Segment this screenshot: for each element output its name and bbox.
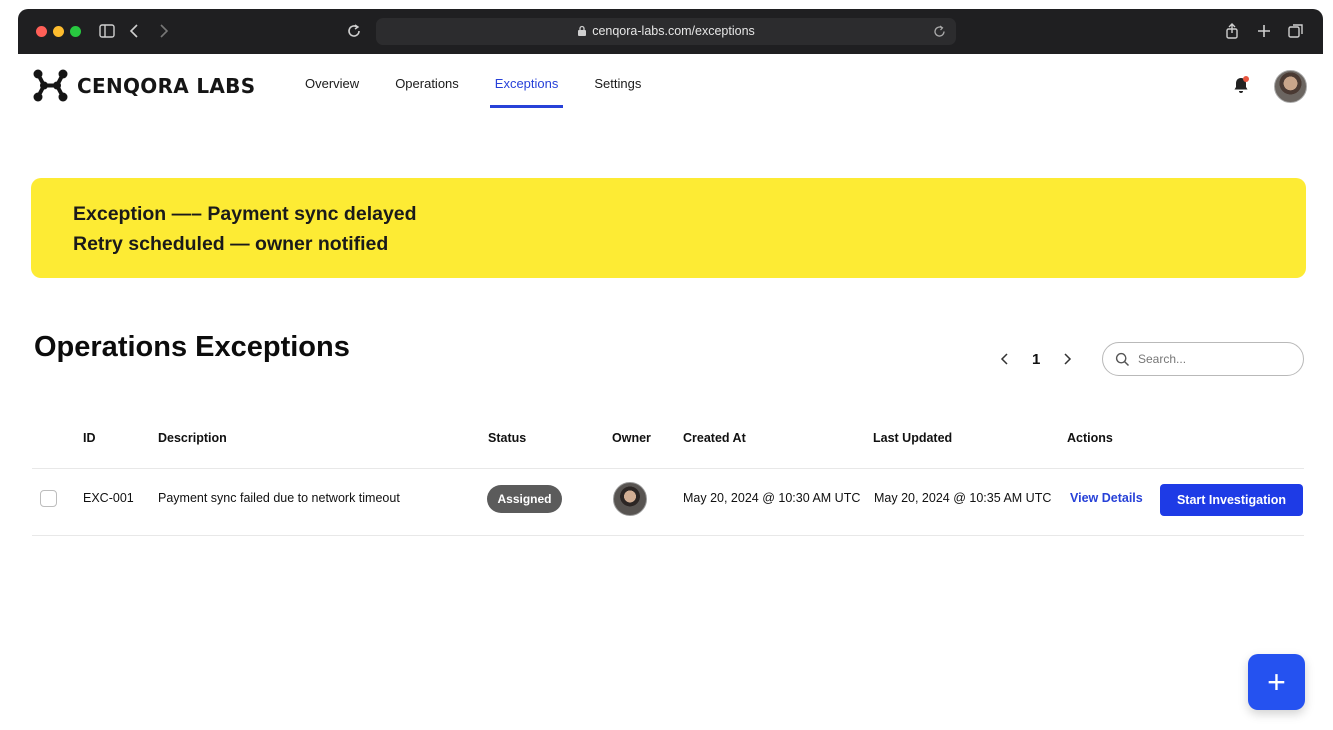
reload-icon[interactable] xyxy=(345,22,363,40)
column-header-created-at: Created At xyxy=(683,431,746,445)
column-header-owner: Owner xyxy=(612,431,651,445)
column-header-status: Status xyxy=(488,431,527,445)
banner-title: Exception —– Payment sync delayed xyxy=(73,203,417,225)
new-tab-icon[interactable] xyxy=(1255,22,1273,40)
current-page: 1 xyxy=(1032,350,1041,368)
table-divider xyxy=(32,535,1304,536)
minimize-window-button[interactable] xyxy=(53,26,64,37)
next-page-button[interactable] xyxy=(1059,348,1075,370)
close-window-button[interactable] xyxy=(36,26,47,37)
logo-mark-icon xyxy=(33,69,68,102)
previous-page-button[interactable] xyxy=(997,348,1013,370)
start-investigation-button[interactable]: Start Investigation xyxy=(1160,484,1303,516)
search-box[interactable] xyxy=(1102,342,1304,376)
url-text: cenqora-labs.com/exceptions xyxy=(592,24,755,38)
nav-exceptions[interactable]: Exceptions xyxy=(489,76,563,108)
column-header-id: ID xyxy=(83,431,96,445)
tab-overview-icon[interactable] xyxy=(1287,22,1305,40)
add-exception-button[interactable]: + xyxy=(1248,654,1305,710)
search-icon xyxy=(1115,352,1130,366)
page-title: Operations Exceptions xyxy=(34,331,350,363)
row-select-checkbox[interactable] xyxy=(40,490,57,507)
forward-icon[interactable] xyxy=(154,22,172,40)
view-details-link[interactable]: View Details xyxy=(1070,491,1143,505)
user-avatar[interactable] xyxy=(1274,70,1307,103)
search-input[interactable] xyxy=(1138,352,1288,366)
address-bar[interactable]: cenqora-labs.com/exceptions xyxy=(376,18,956,45)
lock-icon xyxy=(578,25,587,36)
row-last-updated: May 20, 2024 @ 10:35 AM UTC xyxy=(874,491,1052,505)
owner-avatar xyxy=(613,482,647,516)
window-controls xyxy=(36,26,81,37)
pagination: 1 xyxy=(997,348,1075,370)
row-description: Payment sync failed due to network timeo… xyxy=(158,491,400,505)
banner-subtitle: Retry scheduled — owner notified xyxy=(73,233,389,255)
browser-toolbar: cenqora-labs.com/exceptions xyxy=(18,9,1323,54)
row-created-at: May 20, 2024 @ 10:30 AM UTC xyxy=(683,491,861,505)
page-reload-icon[interactable] xyxy=(932,24,947,39)
maximize-window-button[interactable] xyxy=(70,26,81,37)
notification-bell-icon[interactable] xyxy=(1231,75,1251,95)
brand-name: CENQORA LABS xyxy=(77,73,256,98)
nav-settings[interactable]: Settings xyxy=(594,76,641,108)
exception-banner: Exception —– Payment sync delayed Retry … xyxy=(31,178,1306,278)
brand-logo[interactable]: CENQORA LABS xyxy=(32,68,255,103)
row-id: EXC-001 xyxy=(83,491,134,505)
share-icon[interactable] xyxy=(1223,22,1241,40)
nav-overview[interactable]: Overview xyxy=(305,76,359,108)
status-badge: Assigned xyxy=(487,485,562,513)
sidebar-toggle-icon[interactable] xyxy=(98,22,116,40)
nav-operations[interactable]: Operations xyxy=(395,76,459,108)
main-nav: Overview Operations Exceptions Settings xyxy=(305,76,677,108)
back-icon[interactable] xyxy=(126,22,144,40)
column-header-actions: Actions xyxy=(1067,431,1113,445)
table-divider xyxy=(32,468,1304,469)
column-header-last-updated: Last Updated xyxy=(873,431,953,445)
column-header-description: Description xyxy=(158,431,227,445)
chevron-right-icon xyxy=(1064,353,1072,365)
chevron-left-icon xyxy=(1000,353,1008,365)
